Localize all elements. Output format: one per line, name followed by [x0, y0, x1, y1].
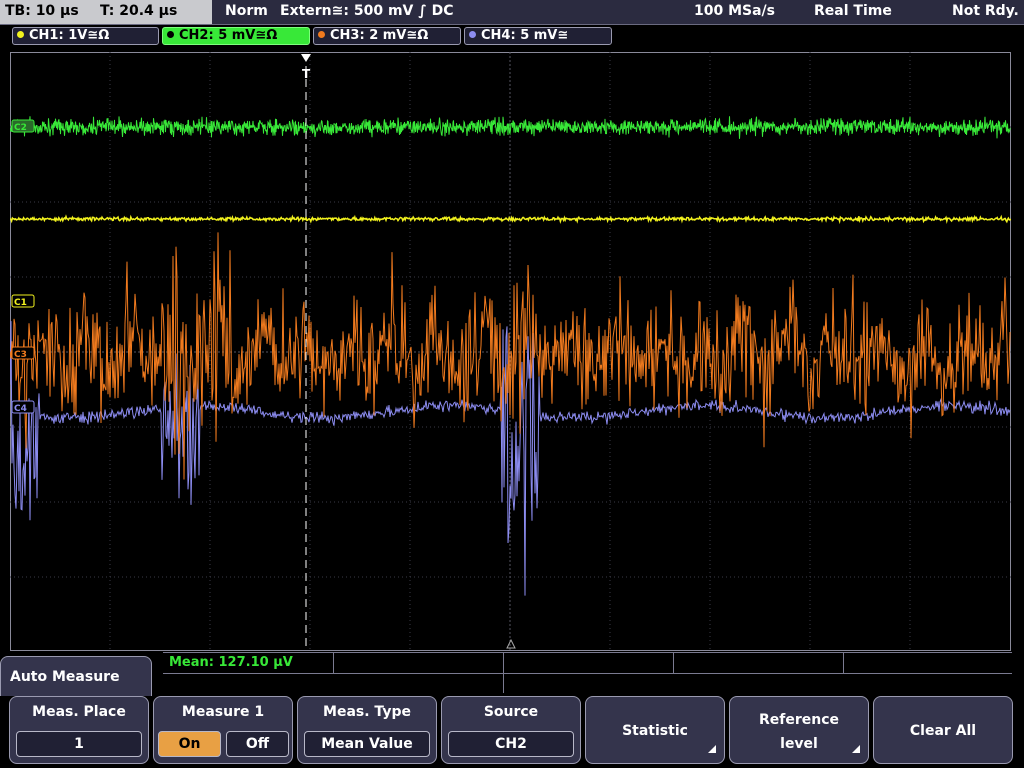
divider [503, 673, 504, 693]
statistic-label: Statistic [622, 723, 688, 739]
trigger-status: Not Rdy. [952, 3, 1019, 19]
divider [843, 653, 844, 673]
channel-2-marker[interactable]: C2 [11, 119, 35, 133]
submenu-arrow-icon [852, 745, 860, 753]
channel-2-marker-label: C2 [14, 123, 27, 133]
timebase-value: TB: 10 µs [5, 3, 79, 19]
measure-title: Measure 1 [181, 704, 265, 720]
reference-level-softkey[interactable]: Reference level [729, 696, 869, 764]
meas-place-value[interactable]: 1 [16, 731, 142, 757]
channel-1-tab[interactable]: CH1: 1V≅Ω [12, 27, 159, 45]
reference-label-line2: level [780, 736, 818, 752]
source-softkey[interactable]: Source CH2 [441, 696, 581, 764]
divider [333, 653, 334, 673]
source-value[interactable]: CH2 [448, 731, 574, 757]
measure-on-button[interactable]: On [158, 731, 221, 757]
clear-all-softkey[interactable]: Clear All [873, 696, 1013, 764]
channel-1-marker-label: C1 [14, 298, 27, 308]
status-bar: TB: 10 µs T: 20.4 µs Norm Extern≅: 500 m… [0, 0, 1024, 25]
measurement-panel: Mean: 127.10 µV [163, 652, 1012, 693]
reference-label-line1: Reference [758, 712, 840, 728]
measure-softkey[interactable]: Measure 1 On Off [153, 696, 293, 764]
channel-4-tab[interactable]: CH4: 5 mV≅ [464, 27, 612, 45]
channel-2-tab[interactable]: CH2: 5 mV≅Ω [162, 27, 310, 45]
sample-rate: 100 MSa/s [694, 3, 776, 19]
trigger-time-value: T: 20.4 µs [100, 3, 178, 19]
acquisition-mode: Real Time [814, 3, 892, 19]
channel-1-label: CH1: 1V≅Ω [29, 28, 110, 43]
clear-all-label: Clear All [909, 723, 977, 739]
timebase-box[interactable]: TB: 10 µs T: 20.4 µs [0, 0, 212, 24]
channel-bar: CH1: 1V≅Ω CH2: 5 mV≅Ω CH3: 2 mV≅Ω CH4: 5… [0, 25, 1024, 49]
trigger-source[interactable]: Extern≅: 500 mV ∫ DC [280, 3, 454, 19]
channel-4-marker[interactable]: C4 [11, 400, 35, 414]
trigger-marker-label: T [302, 67, 311, 81]
measure-off-button[interactable]: Off [226, 731, 289, 757]
channel-3-marker-label: C3 [14, 350, 27, 360]
menu-title: Auto Measure [10, 669, 120, 685]
meas-type-title: Meas. Type [323, 704, 411, 720]
measurement-row: Mean: 127.10 µV [163, 653, 1012, 674]
divider [673, 653, 674, 673]
meas-place-title: Meas. Place [32, 704, 126, 720]
channel-3-tab[interactable]: CH3: 2 mV≅Ω [313, 27, 461, 45]
channel-2-dot [167, 31, 174, 38]
channel-4-marker-label: C4 [14, 404, 27, 414]
meas-place-softkey[interactable]: Meas. Place 1 [9, 696, 149, 764]
submenu-arrow-icon [708, 745, 716, 753]
channel-1-dot [17, 31, 24, 38]
divider [503, 653, 504, 673]
channel-4-label: CH4: 5 mV≅ [481, 28, 569, 43]
trigger-mode[interactable]: Norm [225, 3, 268, 19]
channel-3-dot [318, 31, 325, 38]
meas-type-value[interactable]: Mean Value [304, 731, 430, 757]
source-title: Source [483, 704, 539, 720]
meas-type-softkey[interactable]: Meas. Type Mean Value [297, 696, 437, 764]
statistic-softkey[interactable]: Statistic [585, 696, 725, 764]
channel-3-label: CH3: 2 mV≅Ω [330, 28, 429, 43]
menu-title-tab: Auto Measure [0, 656, 152, 696]
waveform-display[interactable]: T C2 C1 C3 C4 [10, 52, 1011, 651]
channel-3-marker[interactable]: C3 [11, 346, 35, 360]
channel-2-label: CH2: 5 mV≅Ω [179, 28, 278, 43]
channel-4-dot [469, 31, 476, 38]
softkey-bar: Meas. Place 1 Measure 1 On Off Meas. Typ… [0, 696, 1024, 768]
channel-1-marker[interactable]: C1 [11, 294, 35, 308]
measurement-result: Mean: 127.10 µV [169, 655, 293, 670]
